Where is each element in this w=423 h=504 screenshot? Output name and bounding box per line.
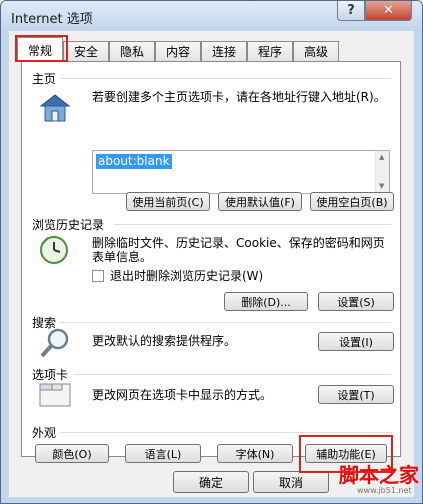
use-default-button[interactable]: 使用默认值(F): [218, 192, 302, 211]
tab-security[interactable]: 安全: [63, 41, 109, 61]
tab-general[interactable]: 常规: [17, 37, 63, 62]
home-description: 若要创建多个主页选项卡，请在各地址行键入地址(R)。: [92, 90, 386, 104]
home-page-url-input[interactable]: about:blank ▲ ▼: [92, 150, 390, 194]
close-button[interactable]: ✕: [365, 1, 412, 21]
tab-privacy[interactable]: 隐私: [109, 41, 155, 61]
history-settings-button[interactable]: 设置(S): [318, 292, 394, 311]
appearance-group-label: 外观: [32, 426, 57, 440]
scroll-up-icon: ▲: [379, 153, 385, 161]
languages-button[interactable]: 语言(L): [125, 444, 201, 463]
title-bar[interactable]: Internet 选项 ? ✕: [1, 1, 422, 31]
close-icon: ✕: [383, 3, 394, 18]
watermark-url: www.jb51.net: [357, 486, 412, 495]
search-description: 更改默认的搜索提供程序。: [92, 334, 237, 348]
help-icon: ?: [347, 3, 355, 18]
history-group-label: 浏览历史记录: [32, 218, 105, 232]
general-tab-panel: 主页 若要创建多个主页选项卡，请在各地址行键入地址(R)。 about:blan…: [21, 61, 401, 457]
delete-on-exit-label: 退出时删除浏览历史记录(W): [110, 269, 264, 283]
home-page-url-value: about:blank: [96, 154, 172, 169]
group-divider: [60, 78, 392, 79]
tab-strip: 常规 安全 隐私 内容 连接 程序 高级: [13, 37, 413, 62]
tabs-settings-button[interactable]: 设置(T): [318, 385, 394, 404]
ok-button[interactable]: 确定: [173, 471, 249, 493]
tab-content[interactable]: 内容: [155, 41, 201, 61]
search-settings-button[interactable]: 设置(I): [318, 332, 394, 351]
history-description-line2: 表单信息。: [92, 250, 153, 264]
use-blank-button[interactable]: 使用空白页(B): [310, 192, 394, 211]
group-divider: [114, 224, 392, 225]
url-scrollbar[interactable]: ▲ ▼: [375, 151, 389, 193]
group-divider: [60, 432, 392, 433]
tab-label: 连接: [211, 45, 236, 59]
cancel-button[interactable]: 取消: [253, 471, 329, 493]
delete-on-exit-checkbox[interactable]: [92, 270, 104, 282]
tab-advanced[interactable]: 高级: [293, 41, 339, 61]
home-icon: [39, 94, 71, 122]
internet-options-window: Internet 选项 ? ✕ 常规 安全 隐私 内容 连接 程序 高级 主页: [0, 0, 423, 504]
magnifier-icon: [40, 328, 69, 358]
tab-connections[interactable]: 连接: [201, 41, 247, 61]
group-divider: [60, 322, 392, 323]
use-current-button[interactable]: 使用当前页(C): [126, 192, 210, 211]
tab-label: 内容: [165, 45, 190, 59]
tab-label: 高级: [303, 45, 328, 59]
dialog-client-area: 常规 安全 隐私 内容 连接 程序 高级 主页 若要创建多个主页选项卡，请在各地…: [9, 31, 414, 497]
tab-programs[interactable]: 程序: [247, 41, 293, 61]
home-group-label: 主页: [32, 72, 57, 86]
scroll-down-icon: ▼: [379, 182, 385, 190]
tabs-icon: [39, 383, 71, 407]
tab-label: 程序: [257, 45, 282, 59]
group-divider: [74, 374, 392, 375]
help-button[interactable]: ?: [337, 1, 365, 21]
tab-label: 隐私: [119, 45, 144, 59]
window-title: Internet 选项: [11, 12, 93, 27]
tab-label: 常规: [27, 43, 52, 58]
watermark-brand: 脚本之家: [339, 463, 419, 487]
history-description-line1: 删除临时文件、历史记录、Cookie、保存的密码和网页: [92, 236, 385, 250]
delete-history-button[interactable]: 删除(D)...: [224, 292, 308, 311]
clock-icon: [40, 236, 68, 264]
colors-button[interactable]: 颜色(O): [35, 444, 109, 463]
tabs-description: 更改网页在选项卡中显示的方式。: [92, 388, 273, 402]
tab-label: 安全: [73, 45, 98, 59]
fonts-button[interactable]: 字体(N): [217, 444, 293, 463]
